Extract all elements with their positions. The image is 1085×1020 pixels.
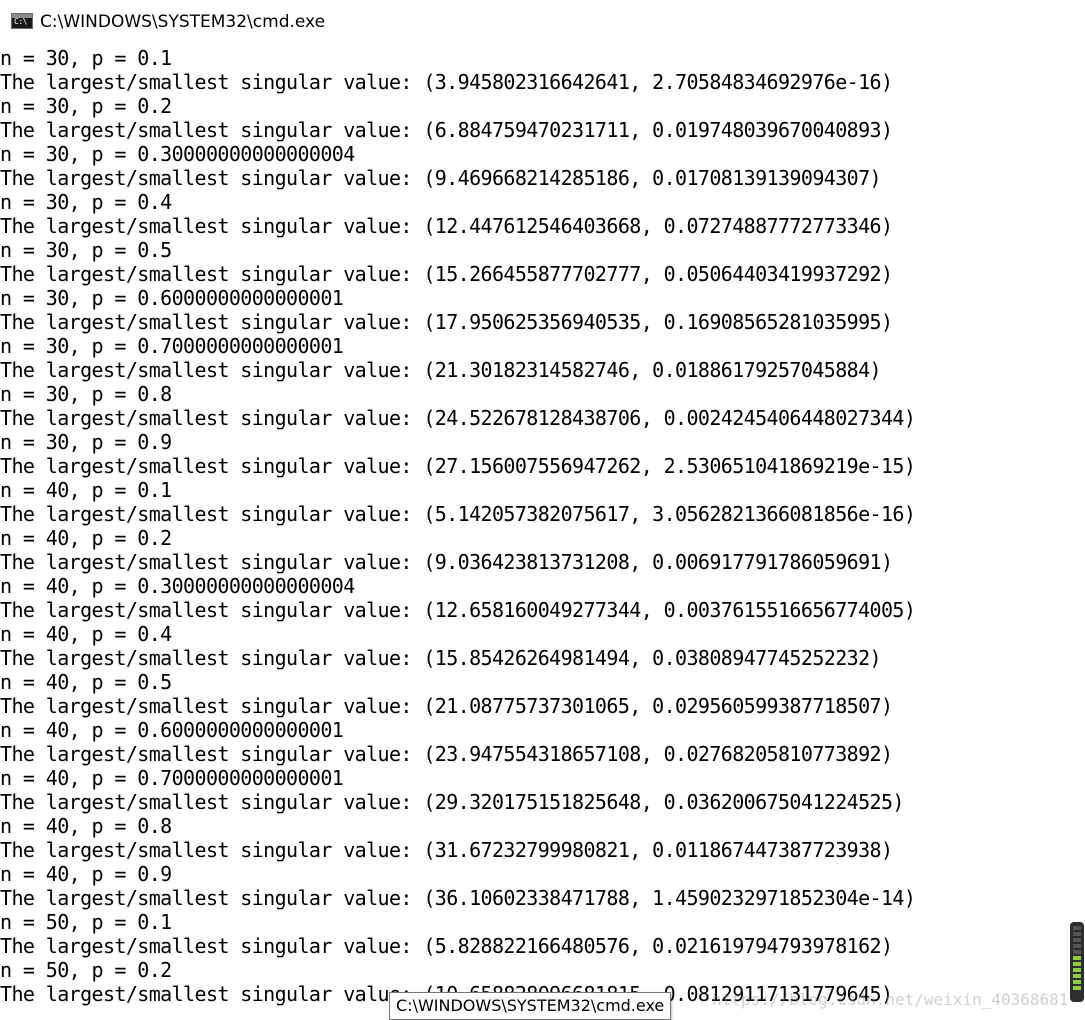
taskbar-tooltip: C:\WINDOWS\SYSTEM32\cmd.exe (389, 992, 672, 1020)
console-line: The largest/smallest singular value: (5.… (0, 934, 893, 958)
volume-segment (1073, 968, 1081, 972)
console-line: n = 30, p = 0.9 (0, 430, 172, 454)
console-output[interactable]: n = 30, p = 0.1 The largest/smallest sing… (0, 46, 1068, 1020)
console-line: n = 40, p = 0.30000000000000004 (0, 574, 355, 598)
console-line: n = 30, p = 0.30000000000000004 (0, 142, 355, 166)
volume-level-icon[interactable] (1070, 922, 1084, 1002)
console-line: n = 40, p = 0.7000000000000001 (0, 766, 344, 790)
console-line: The largest/smallest singular value: (31… (0, 838, 893, 862)
console-line: The largest/smallest singular value: (9.… (0, 166, 882, 190)
volume-segment (1073, 956, 1081, 960)
console-line: n = 40, p = 0.2 (0, 526, 172, 550)
volume-segment (1073, 926, 1081, 930)
console-line: The largest/smallest singular value: (36… (0, 886, 916, 910)
console-line: n = 40, p = 0.4 (0, 622, 172, 646)
volume-segment (1073, 938, 1081, 942)
console-line: n = 30, p = 0.1 (0, 46, 172, 70)
console-line: The largest/smallest singular value: (9.… (0, 550, 893, 574)
console-line: n = 40, p = 0.6000000000000001 (0, 718, 344, 742)
console-line: The largest/smallest singular value: (3.… (0, 70, 893, 94)
console-line: n = 30, p = 0.8 (0, 382, 172, 406)
console-line: n = 30, p = 0.7000000000000001 (0, 334, 344, 358)
window-title: C:\WINDOWS\SYSTEM32\cmd.exe (40, 12, 326, 32)
console-line: n = 30, p = 0.4 (0, 190, 172, 214)
console-line: n = 40, p = 0.9 (0, 862, 172, 886)
volume-segment (1073, 980, 1081, 984)
console-line: The largest/smallest singular value: (12… (0, 214, 893, 238)
console-line: n = 50, p = 0.1 (0, 910, 172, 934)
console-line: The largest/smallest singular value: (15… (0, 646, 882, 670)
console-line: The largest/smallest singular value: (12… (0, 598, 916, 622)
watermark-text: https://blog.csdn.net/weixin_40368681 (712, 990, 1069, 1009)
volume-segment (1073, 974, 1081, 978)
console-line: The largest/smallest singular value: (6.… (0, 118, 893, 142)
console-line: The largest/smallest singular value: (29… (0, 790, 904, 814)
console-line: n = 50, p = 0.2 (0, 958, 172, 982)
volume-segment (1073, 962, 1081, 966)
console-line: The largest/smallest singular value: (23… (0, 742, 893, 766)
title-bar[interactable]: C:\ C:\WINDOWS\SYSTEM32\cmd.exe (0, 0, 1085, 44)
console-line: The largest/smallest singular value: (27… (0, 454, 916, 478)
console-line: n = 40, p = 0.5 (0, 670, 172, 694)
console-line: The largest/smallest singular value: (21… (0, 694, 893, 718)
vertical-scrollbar[interactable] (1068, 46, 1085, 1020)
console-line: n = 30, p = 0.2 (0, 94, 172, 118)
volume-segment (1073, 986, 1081, 990)
console-line: The largest/smallest singular value: (24… (0, 406, 916, 430)
volume-segment (1073, 950, 1081, 954)
console-line: n = 40, p = 0.1 (0, 478, 172, 502)
console-line: The largest/smallest singular value: (15… (0, 262, 893, 286)
console-line: The largest/smallest singular value: (5.… (0, 502, 916, 526)
console-line: The largest/smallest singular value: (17… (0, 310, 893, 334)
volume-segment (1073, 932, 1081, 936)
volume-segment (1073, 944, 1081, 948)
cmd-console-icon: C:\ (11, 13, 33, 29)
console-line: n = 40, p = 0.8 (0, 814, 172, 838)
console-line: n = 30, p = 0.6000000000000001 (0, 286, 344, 310)
cmd-window: C:\ C:\WINDOWS\SYSTEM32\cmd.exe n = 30, … (0, 0, 1085, 1020)
console-line: The largest/smallest singular value: (21… (0, 358, 882, 382)
console-line: n = 30, p = 0.5 (0, 238, 172, 262)
console-icon-label: C:\ (14, 17, 27, 26)
